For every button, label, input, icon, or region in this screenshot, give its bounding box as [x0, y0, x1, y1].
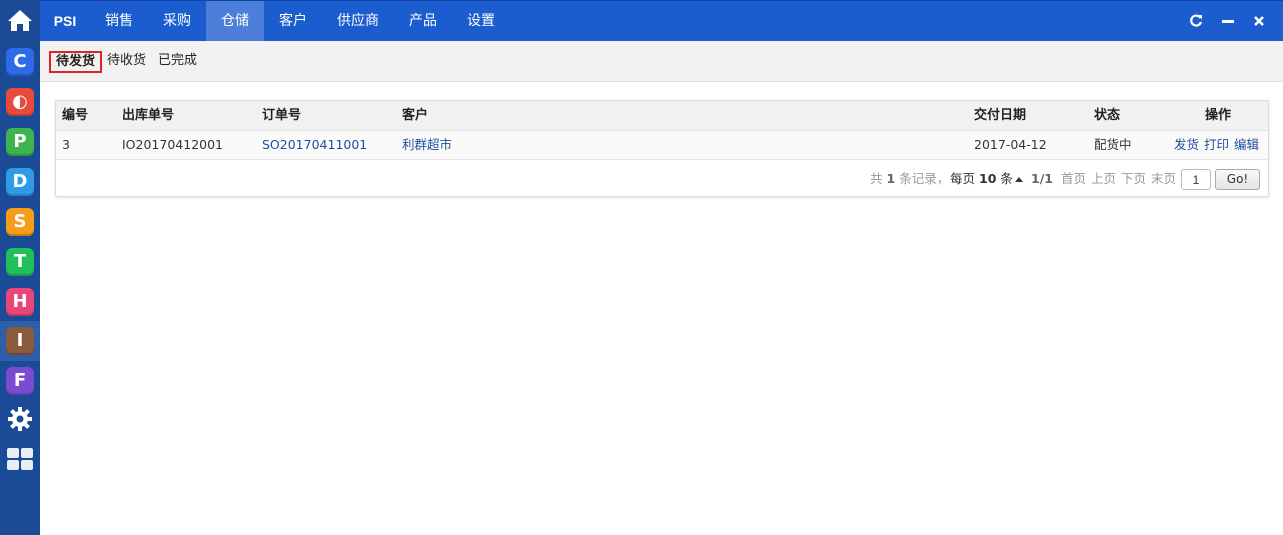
column-header-actions: 操作: [1205, 108, 1232, 123]
page-size-selector[interactable]: 每页 10 条: [950, 161, 1023, 197]
refresh-icon: [1190, 14, 1203, 27]
home-icon: [8, 10, 32, 31]
refresh-button[interactable]: [1188, 13, 1204, 29]
nav-item-warehouse[interactable]: 仓储: [206, 1, 264, 41]
cell-outbound-no: IO20170412001: [122, 137, 224, 152]
nav-item-supplier[interactable]: 供应商: [322, 1, 394, 41]
shipment-table-panel: 编号 出库单号 订单号 客户 交付日期 状态 操作 3 IO2017041200…: [55, 100, 1269, 197]
app-window: C ◐ P D S T H I F PSI 销售 采购 仓储 客户 供应商 产品…: [0, 0, 1283, 535]
sub-tab-bar: 待发货 待收货 已完成: [40, 41, 1283, 82]
top-nav-bar: PSI 销售 采购 仓储 客户 供应商 产品 设置: [40, 0, 1283, 41]
app-c-icon[interactable]: C: [6, 48, 34, 76]
print-action-link[interactable]: 打印: [1204, 131, 1229, 159]
app-s-icon[interactable]: S: [6, 208, 34, 236]
column-header-order-no: 订单号: [262, 108, 302, 123]
prev-page-link[interactable]: 上页: [1091, 161, 1116, 197]
nav-item-settings[interactable]: 设置: [452, 1, 510, 41]
app-d-icon[interactable]: D: [6, 168, 34, 196]
nav-item-customer[interactable]: 客户: [264, 1, 322, 41]
home-button[interactable]: [0, 0, 40, 40]
column-header-outbound-no: 出库单号: [122, 108, 175, 123]
dock-settings-button[interactable]: [6, 405, 34, 433]
table-header: 编号 出库单号 订单号 客户 交付日期 状态 操作: [56, 101, 1268, 131]
minimize-icon: [1222, 20, 1234, 23]
tab-completed[interactable]: 已完成: [153, 51, 202, 73]
cell-delivery-date: 2017-04-12: [974, 137, 1047, 152]
pagination-bar: 共 1 条记录， 每页 10 条 1/1 首页 上页 下页 末页 Go!: [56, 161, 1268, 197]
gear-icon: [8, 407, 32, 431]
nav-item-sales[interactable]: 销售: [90, 1, 148, 41]
table-row: 3 IO20170412001 SO20170411001 利群超市 2017-…: [56, 131, 1268, 160]
nav-item-product[interactable]: 产品: [394, 1, 452, 41]
app-p-icon[interactable]: P: [6, 128, 34, 156]
app-i-icon[interactable]: I: [6, 327, 34, 355]
column-header-status: 状态: [1094, 108, 1121, 123]
app-dock: C ◐ P D S T H I F: [0, 0, 40, 535]
page-number-input[interactable]: [1181, 169, 1211, 190]
app-h-icon[interactable]: H: [6, 288, 34, 316]
cell-id: 3: [62, 137, 70, 152]
close-icon: [1254, 16, 1264, 26]
pager-total-text: 共 1 条记录，: [870, 171, 950, 186]
close-button[interactable]: [1251, 13, 1267, 29]
order-no-link[interactable]: SO20170411001: [262, 131, 367, 159]
app-f-icon[interactable]: F: [6, 367, 34, 395]
app-o-icon[interactable]: ◐: [6, 88, 34, 116]
app-t-icon[interactable]: T: [6, 248, 34, 276]
caret-up-icon: [1014, 177, 1023, 182]
column-header-id: 编号: [62, 108, 89, 123]
minimize-button[interactable]: [1220, 13, 1236, 29]
nav-item-purchase[interactable]: 采购: [148, 1, 206, 41]
grid-icon: [7, 448, 33, 470]
first-page-link[interactable]: 首页: [1061, 161, 1086, 197]
last-page-link[interactable]: 末页: [1151, 161, 1176, 197]
brand-label[interactable]: PSI: [40, 1, 90, 41]
edit-action-link[interactable]: 编辑: [1234, 131, 1259, 159]
customer-link[interactable]: 利群超市: [402, 131, 452, 159]
go-button[interactable]: Go!: [1215, 169, 1260, 190]
dock-apps-grid-button[interactable]: [6, 445, 34, 473]
next-page-link[interactable]: 下页: [1121, 161, 1146, 197]
column-header-delivery-date: 交付日期: [974, 108, 1027, 123]
column-header-customer: 客户: [402, 108, 429, 123]
tab-pending-shipment[interactable]: 待发货: [49, 51, 103, 73]
page-info: 1/1: [1031, 171, 1053, 186]
cell-status: 配货中: [1094, 137, 1132, 152]
tab-pending-receipt[interactable]: 待收货: [102, 51, 151, 73]
ship-action-link[interactable]: 发货: [1174, 131, 1199, 159]
